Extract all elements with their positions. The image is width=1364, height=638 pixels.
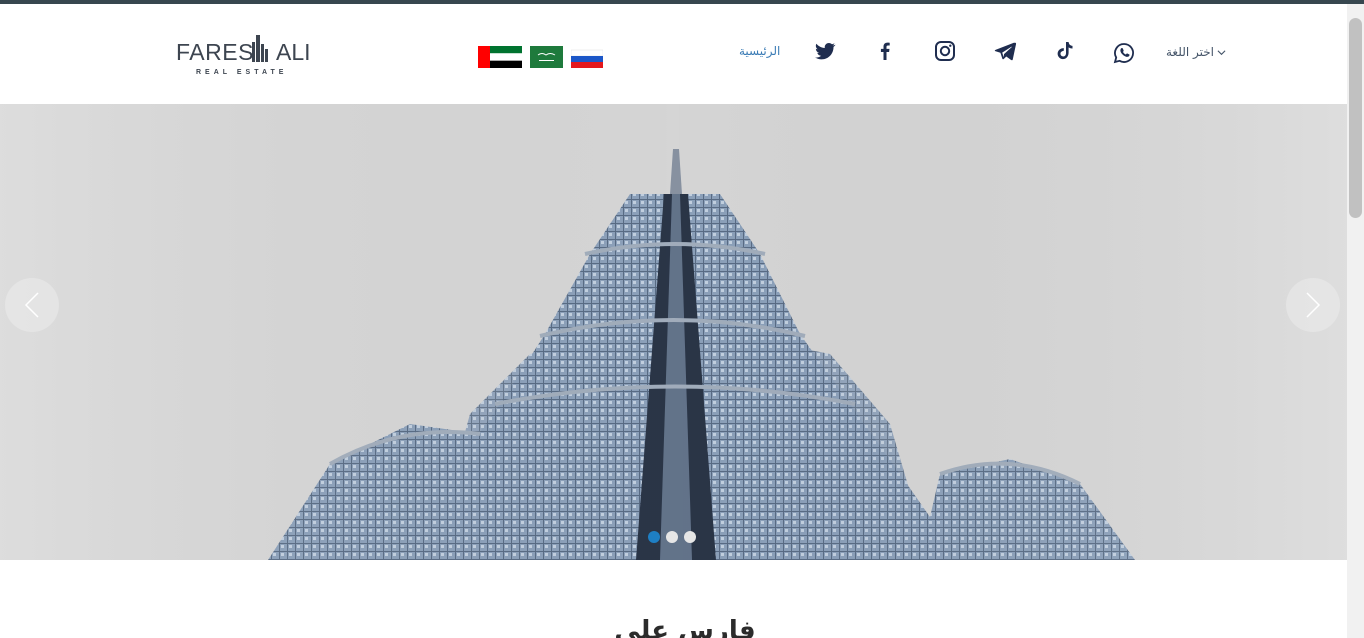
- hero-carousel: [0, 104, 1347, 560]
- saudi-flag-icon[interactable]: [530, 46, 563, 68]
- svg-text:ALI: ALI: [276, 39, 310, 65]
- russia-flag-icon[interactable]: [571, 46, 603, 68]
- chevron-right-icon: [1306, 292, 1321, 318]
- section-title: فارس علي: [614, 616, 756, 638]
- carousel-prev-button[interactable]: [5, 278, 59, 332]
- carousel-dot-3[interactable]: [684, 531, 696, 543]
- building-icon: FARES ALI REAL ESTATE: [176, 35, 310, 76]
- language-label: اختر اللغة: [1166, 45, 1214, 59]
- carousel-next-button[interactable]: [1286, 278, 1340, 332]
- tiktok-icon[interactable]: [1052, 39, 1076, 63]
- scrollbar-thumb[interactable]: [1349, 18, 1362, 218]
- nav-home-link[interactable]: الرئيسية: [739, 44, 780, 58]
- language-selector[interactable]: اختر اللغة: [1166, 45, 1226, 59]
- site-logo[interactable]: FARES ALI REAL ESTATE: [176, 34, 310, 80]
- telegram-icon[interactable]: [993, 39, 1017, 63]
- carousel-dot-2[interactable]: [666, 531, 678, 543]
- page-scrollbar[interactable]: [1347, 4, 1364, 638]
- uae-flag-icon[interactable]: [478, 46, 522, 68]
- hero-tower-image: [0, 104, 1347, 560]
- site-header: FARES ALI REAL ESTATE الرئيسية اختر اللغ…: [0, 4, 1347, 104]
- instagram-icon[interactable]: [933, 39, 957, 63]
- chevron-left-icon: [24, 292, 39, 318]
- chevron-down-icon: [1217, 49, 1226, 55]
- carousel-dot-1[interactable]: [648, 531, 660, 543]
- facebook-icon[interactable]: [873, 39, 897, 63]
- svg-text:FARES: FARES: [176, 39, 254, 65]
- twitter-icon[interactable]: [813, 39, 837, 63]
- carousel-indicators: [648, 531, 696, 543]
- svg-text:REAL ESTATE: REAL ESTATE: [196, 69, 287, 76]
- whatsapp-icon[interactable]: [1112, 41, 1136, 65]
